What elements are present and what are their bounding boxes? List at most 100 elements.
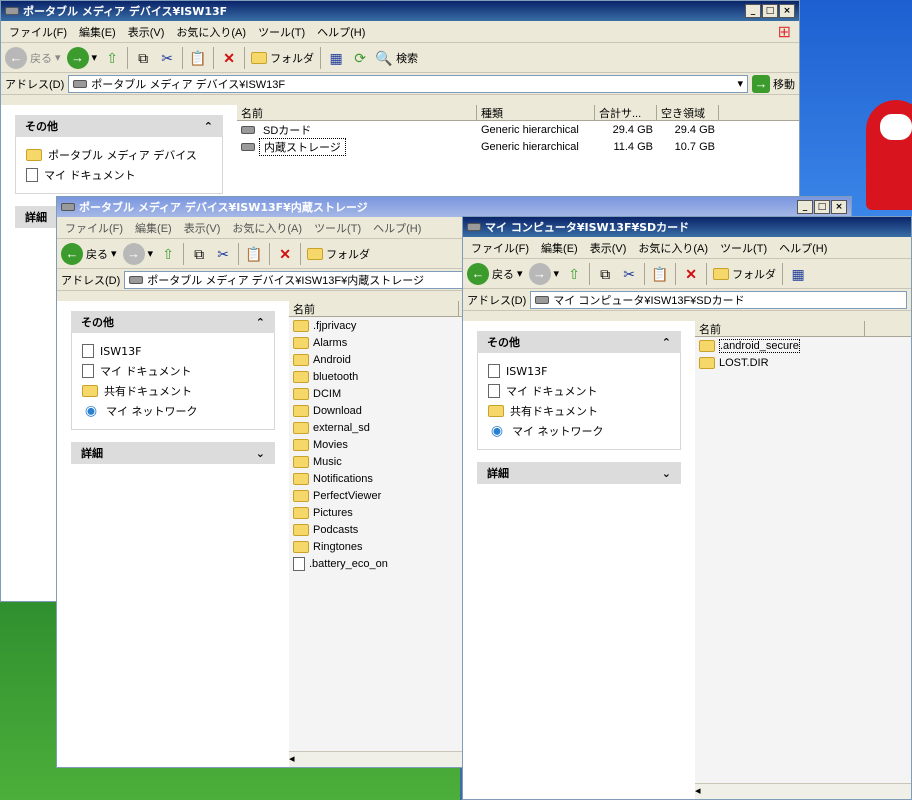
expand-icon[interactable]: ⌄ (256, 447, 265, 460)
menu-tools[interactable]: ツール(T) (258, 24, 305, 40)
address-input[interactable]: ポータブル メディア デバイス¥ISW13F ▾ (68, 74, 748, 93)
back-button[interactable]: ← 戻る ▾ (5, 46, 61, 69)
collapse-icon[interactable]: ⌃ (662, 336, 671, 349)
paste-icon[interactable]: 📋 (651, 265, 669, 283)
list-item[interactable]: LOST.DIR (695, 354, 911, 371)
task-link[interactable]: ◉ マイ ネットワーク (82, 401, 264, 421)
up-folder-icon[interactable]: ⇧ (565, 265, 583, 283)
menu-help[interactable]: ヘルプ(H) (779, 240, 827, 256)
menu-help[interactable]: ヘルプ(H) (373, 220, 421, 236)
address-input[interactable]: マイ コンピュータ¥ISW13F¥SDカード (530, 290, 907, 309)
go-button[interactable]: → 移動 (752, 74, 795, 93)
menu-help[interactable]: ヘルプ(H) (317, 24, 365, 40)
menu-file[interactable]: ファイル(F) (65, 220, 123, 236)
copy-icon[interactable]: ⧉ (596, 265, 614, 283)
cut-icon[interactable]: ✂ (620, 265, 638, 283)
paste-icon[interactable]: 📋 (245, 245, 263, 263)
cut-icon[interactable]: ✂ (214, 245, 232, 263)
menu-edit[interactable]: 編集(E) (135, 220, 172, 236)
delete-icon[interactable]: ✕ (276, 245, 294, 263)
task-link[interactable]: ◉ マイ ネットワーク (488, 421, 670, 441)
menu-tools[interactable]: ツール(T) (314, 220, 361, 236)
forward-button[interactable]: → ▾ (528, 262, 559, 285)
minimize-button[interactable]: _ (797, 200, 813, 214)
table-row[interactable]: SDカード Generic hierarchical 29.4 GB 29.4 … (237, 121, 799, 138)
maximize-button[interactable]: □ (814, 200, 830, 214)
title-bar[interactable]: マイ コンピュータ¥ISW13F¥SDカード (463, 217, 911, 237)
up-folder-icon[interactable]: ⇧ (103, 49, 121, 67)
table-row[interactable]: 内蔵ストレージ Generic hierarchical 11.4 GB 10.… (237, 137, 799, 156)
col-name[interactable]: 名前 (695, 321, 865, 336)
panel-header[interactable]: その他 ⌃ (15, 115, 223, 137)
close-button[interactable]: × (779, 4, 795, 18)
col-name[interactable]: 名前 (237, 105, 477, 120)
drive-icon (241, 142, 255, 151)
delete-icon[interactable]: ✕ (682, 265, 700, 283)
folders-button[interactable]: フォルダ (713, 266, 776, 282)
menu-view[interactable]: 表示(V) (184, 220, 221, 236)
col-total[interactable]: 合計サ... (595, 105, 657, 120)
menu-view[interactable]: 表示(V) (128, 24, 165, 40)
details-panel-header[interactable]: 詳細⌄ (71, 442, 275, 464)
paste-icon[interactable]: 📋 (189, 49, 207, 67)
title-bar[interactable]: ポータブル メディア デバイス¥ISW13F _ □ × (1, 1, 799, 21)
menu-edit[interactable]: 編集(E) (541, 240, 578, 256)
task-link[interactable]: 共有ドキュメント (82, 381, 264, 401)
folder-icon (293, 472, 309, 485)
task-link[interactable]: ISW13F (488, 361, 670, 381)
delete-icon[interactable]: ✕ (220, 49, 238, 67)
folder-icon (293, 523, 309, 536)
col-name[interactable]: 名前 (289, 301, 459, 316)
back-button[interactable]: ← 戻る ▾ (467, 262, 523, 285)
menu-favorites[interactable]: お気に入り(A) (638, 240, 708, 256)
details-panel-header[interactable]: 詳細⌄ (477, 462, 681, 484)
window-sd-card[interactable]: マイ コンピュータ¥ISW13F¥SDカード ファイル(F) 編集(E) 表示(… (462, 216, 912, 800)
panel-header[interactable]: その他 ⌃ (477, 331, 681, 353)
copy-icon[interactable]: ⧉ (190, 245, 208, 263)
folder-icon (293, 319, 309, 332)
menu-favorites[interactable]: お気に入り(A) (176, 24, 246, 40)
expand-icon[interactable]: ⌄ (662, 467, 671, 480)
col-free[interactable]: 空き領域 (657, 105, 719, 120)
close-button[interactable]: × (831, 200, 847, 214)
task-link[interactable]: ポータブル メディア デバイス (26, 145, 212, 165)
folder-icon (293, 387, 309, 400)
forward-button[interactable]: → ▾ (122, 242, 153, 265)
views-icon[interactable]: ▦ (789, 265, 807, 283)
minimize-button[interactable]: _ (745, 4, 761, 18)
menu-tools[interactable]: ツール(T) (720, 240, 767, 256)
views-icon[interactable]: ▦ (327, 49, 345, 67)
menu-bar: ファイル(F) 編集(E) 表示(V) お気に入り(A) ツール(T) ヘルプ(… (463, 237, 911, 259)
back-button[interactable]: ← 戻る ▾ (61, 242, 117, 265)
task-link[interactable]: 共有ドキュメント (488, 401, 670, 421)
copy-icon[interactable]: ⧉ (134, 49, 152, 67)
panel-header[interactable]: その他 ⌃ (71, 311, 275, 333)
col-type[interactable]: 種類 (477, 105, 595, 120)
scroll-left-icon[interactable]: ◂ (695, 784, 701, 797)
scroll-left-icon[interactable]: ◂ (289, 752, 295, 765)
menu-file[interactable]: ファイル(F) (471, 240, 529, 256)
file-list[interactable]: 名前 .android_secure LOST.DIR ◂ (695, 321, 911, 799)
up-folder-icon[interactable]: ⇧ (159, 245, 177, 263)
task-link[interactable]: マイ ドキュメント (82, 361, 264, 381)
task-link[interactable]: マイ ドキュメント (26, 165, 212, 185)
task-link[interactable]: ISW13F (82, 341, 264, 361)
menu-favorites[interactable]: お気に入り(A) (232, 220, 302, 236)
sync-icon[interactable]: ⟳ (351, 49, 369, 67)
menu-view[interactable]: 表示(V) (590, 240, 627, 256)
folders-button[interactable]: フォルダ (251, 50, 314, 66)
list-item[interactable]: .android_secure (695, 337, 911, 354)
collapse-icon[interactable]: ⌃ (256, 316, 265, 329)
title-bar[interactable]: ポータブル メディア デバイス¥ISW13F¥内蔵ストレージ _ □ × (57, 197, 851, 217)
maximize-button[interactable]: □ (762, 4, 778, 18)
search-button[interactable]: 🔍 検索 (375, 49, 418, 67)
task-link[interactable]: マイ ドキュメント (488, 381, 670, 401)
menu-edit[interactable]: 編集(E) (79, 24, 116, 40)
horizontal-scrollbar[interactable]: ◂ (695, 783, 911, 799)
menu-file[interactable]: ファイル(F) (9, 24, 67, 40)
cut-icon[interactable]: ✂ (158, 49, 176, 67)
collapse-icon[interactable]: ⌃ (204, 120, 213, 133)
folders-button[interactable]: フォルダ (307, 246, 370, 262)
dropdown-icon[interactable]: ▾ (737, 77, 743, 90)
forward-button[interactable]: → ▾ (66, 46, 97, 69)
